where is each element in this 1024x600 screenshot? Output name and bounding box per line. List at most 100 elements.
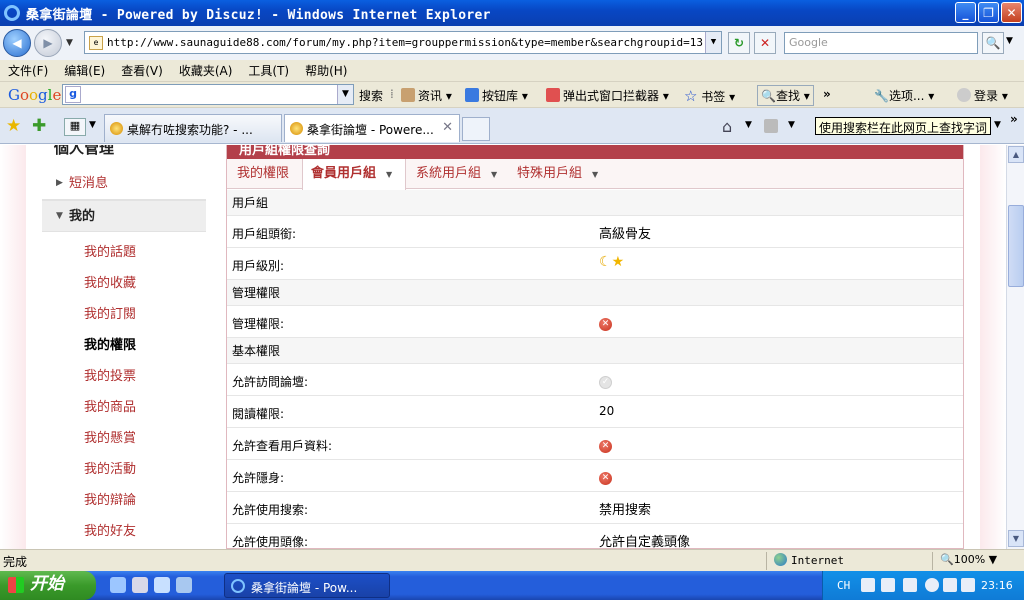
desktop-quicklaunch-icon[interactable] bbox=[154, 577, 170, 593]
ie-quicklaunch-icon[interactable] bbox=[110, 577, 126, 593]
maximize-button[interactable]: ❐ bbox=[978, 2, 999, 23]
find-tooltip: 使用搜索栏在此网页上查找字词 bbox=[815, 117, 992, 135]
menu-bar: 文件(F) 编辑(E) 查看(V) 收藏夹(A) 工具(T) 帮助(H) bbox=[0, 60, 1024, 82]
tab-member-groups[interactable]: 會員用戶組 ▼ bbox=[302, 159, 406, 190]
search-button[interactable]: 🔍 bbox=[982, 32, 1004, 54]
google-g-icon[interactable]: g bbox=[65, 86, 81, 103]
minimize-button[interactable]: _ bbox=[955, 2, 976, 23]
sidebar-item-my-goods[interactable]: 我的商品 bbox=[42, 396, 206, 415]
ime-tool-icon[interactable] bbox=[903, 578, 917, 592]
history-dropdown-icon[interactable]: ▼ bbox=[66, 38, 73, 48]
tray-expand-icon[interactable] bbox=[925, 578, 939, 592]
scroll-down-icon[interactable]: ▼ bbox=[1008, 530, 1024, 547]
sidebar-item-my-debates[interactable]: 我的辯論 bbox=[42, 489, 206, 508]
popup-blocker-button[interactable]: 弹出式窗口拦截器 ▾ bbox=[546, 87, 669, 104]
volume-icon[interactable] bbox=[961, 578, 975, 592]
sidebar-category-mine[interactable]: ▼ 我的 bbox=[42, 200, 206, 232]
bookmarks-button[interactable]: ☆ 书签 ▾ bbox=[684, 87, 735, 105]
address-input[interactable]: e http://www.saunaguide88.com/forum/my.p… bbox=[84, 31, 722, 54]
scroll-thumb[interactable] bbox=[1008, 205, 1024, 287]
section-basic-permissions: 基本權限 bbox=[227, 338, 963, 364]
toolbar-separator-icon: ⁞ bbox=[390, 87, 394, 101]
favorites-center-icon[interactable]: ★ bbox=[6, 116, 21, 136]
sidebar-item-my-friends[interactable]: 我的好友 bbox=[42, 520, 206, 539]
rss-feed-icon[interactable] bbox=[764, 119, 778, 133]
sidebar-item-my-permissions[interactable]: 我的權限 bbox=[42, 334, 206, 353]
quick-tabs-icon[interactable]: ▦ bbox=[64, 118, 86, 136]
google-search-button[interactable]: 搜索 bbox=[359, 87, 383, 104]
google-search-dropdown-icon[interactable]: ▼ bbox=[337, 85, 353, 104]
section-admin-permissions: 管理權限 bbox=[227, 280, 963, 306]
refresh-button[interactable]: ↻ bbox=[728, 32, 750, 54]
find-button[interactable]: 🔍查找 ▾ bbox=[757, 85, 814, 106]
menu-file[interactable]: 文件(F) bbox=[8, 62, 48, 79]
news-button[interactable]: 资讯 ▾ bbox=[401, 87, 452, 104]
add-favorite-icon[interactable]: ✚ bbox=[32, 116, 46, 136]
wrench-icon: 🔧 bbox=[874, 89, 889, 103]
new-tab-button[interactable] bbox=[462, 117, 490, 141]
start-button[interactable]: 开始 bbox=[0, 571, 96, 600]
tools-dropdown-icon[interactable]: ▼ bbox=[994, 120, 1001, 130]
sidebar-category-messages[interactable]: ▶ 短消息 bbox=[42, 168, 206, 200]
media-quicklaunch-icon[interactable] bbox=[132, 577, 148, 593]
scroll-up-icon[interactable]: ▲ bbox=[1008, 146, 1024, 163]
taskbar-ie-window[interactable]: 桑拿街論壇 - Pow... bbox=[224, 573, 390, 598]
login-button[interactable]: 登录 ▾ bbox=[957, 87, 1008, 104]
menu-help[interactable]: 帮助(H) bbox=[305, 62, 347, 79]
home-icon[interactable]: ⌂ bbox=[722, 117, 732, 136]
sidebar-heading: 個人管理 bbox=[54, 145, 115, 157]
address-url: http://www.saunaguide88.com/forum/my.php… bbox=[107, 36, 704, 49]
table-row: 允許查看用戶資料: ✕ bbox=[227, 428, 963, 460]
tabbar-overflow-icon[interactable]: » bbox=[1010, 112, 1018, 126]
sidebar-item-my-rewards[interactable]: 我的懸賞 bbox=[42, 427, 206, 446]
close-button[interactable]: ✕ bbox=[1001, 2, 1022, 23]
denied-icon: ✕ bbox=[599, 440, 612, 453]
back-button[interactable]: ◀ bbox=[3, 29, 31, 57]
toolbar-overflow-icon[interactable]: » bbox=[823, 87, 831, 101]
google-logo: Google bbox=[8, 85, 62, 104]
chevron-down-icon: ▼ bbox=[592, 170, 599, 179]
tab-special-groups[interactable]: 特殊用戶組 ▼ bbox=[509, 159, 610, 189]
window-titlebar[interactable]: 桑拿街論壇 - Powered by Discuz! - Windows Int… bbox=[0, 0, 1024, 26]
options-button[interactable]: 🔧选项... ▾ bbox=[874, 87, 934, 104]
section-user-group: 用戶組 bbox=[227, 190, 963, 216]
sidebar-item-my-favorites[interactable]: 我的收藏 bbox=[42, 272, 206, 291]
menu-edit[interactable]: 编辑(E) bbox=[64, 62, 105, 79]
panel-header: 用戶組權限查詢 bbox=[227, 145, 963, 159]
google-search-input[interactable]: Google bbox=[784, 32, 978, 54]
search-options-icon[interactable]: ▼ bbox=[1006, 36, 1013, 46]
sidebar-item-my-threads[interactable]: 我的話題 bbox=[42, 241, 206, 260]
menu-favorites[interactable]: 收藏夹(A) bbox=[179, 62, 233, 79]
tab-search-question[interactable]: 桌解冇咗搜索功能? - ... bbox=[104, 114, 282, 142]
help-icon[interactable] bbox=[881, 578, 895, 592]
google-toolbar-search-input[interactable]: g ▼ bbox=[62, 84, 354, 105]
tab-my-permissions[interactable]: 我的權限 bbox=[229, 159, 297, 189]
tab-system-groups[interactable]: 系統用戶組 ▼ bbox=[408, 159, 509, 189]
feed-dropdown-icon[interactable]: ▼ bbox=[788, 120, 795, 130]
bookmark-star-icon: ☆ bbox=[684, 87, 698, 105]
chevron-down-icon: ▼ bbox=[386, 170, 393, 179]
vertical-scrollbar[interactable]: ▲ ▼ bbox=[1006, 145, 1024, 549]
app-quicklaunch-icon[interactable] bbox=[176, 577, 192, 593]
address-dropdown-icon[interactable]: ▼ bbox=[705, 32, 721, 53]
popup-blocker-icon bbox=[546, 88, 560, 102]
home-dropdown-icon[interactable]: ▼ bbox=[745, 120, 752, 130]
tab-list-dropdown-icon[interactable]: ▼ bbox=[89, 120, 96, 130]
ime-indicator[interactable]: CH bbox=[837, 579, 850, 592]
tab-current[interactable]: 桑拿街論壇 - Powere... ✕ bbox=[284, 114, 460, 142]
menu-view[interactable]: 查看(V) bbox=[121, 62, 163, 79]
sidebar-item-my-activities[interactable]: 我的活動 bbox=[42, 458, 206, 477]
table-row: 允許使用頭像: 允許自定義頭像 bbox=[232, 535, 691, 549]
zoom-control[interactable]: 🔍100% ▼ bbox=[940, 553, 997, 566]
stop-button[interactable]: ✕ bbox=[754, 32, 776, 54]
close-tab-icon[interactable]: ✕ bbox=[442, 120, 453, 135]
menu-tools[interactable]: 工具(T) bbox=[248, 62, 289, 79]
keyboard-icon[interactable] bbox=[861, 578, 875, 592]
table-row: 允許訪問論壇: ✓ bbox=[227, 364, 963, 396]
sidebar-item-my-polls[interactable]: 我的投票 bbox=[42, 365, 206, 384]
windows-flag-icon bbox=[8, 577, 24, 593]
sidebar-item-my-subscriptions[interactable]: 我的訂閱 bbox=[42, 303, 206, 322]
network-icon[interactable] bbox=[943, 578, 957, 592]
forward-button[interactable]: ▶ bbox=[34, 29, 62, 57]
button-gallery-button[interactable]: 按钮库 ▾ bbox=[465, 87, 528, 104]
